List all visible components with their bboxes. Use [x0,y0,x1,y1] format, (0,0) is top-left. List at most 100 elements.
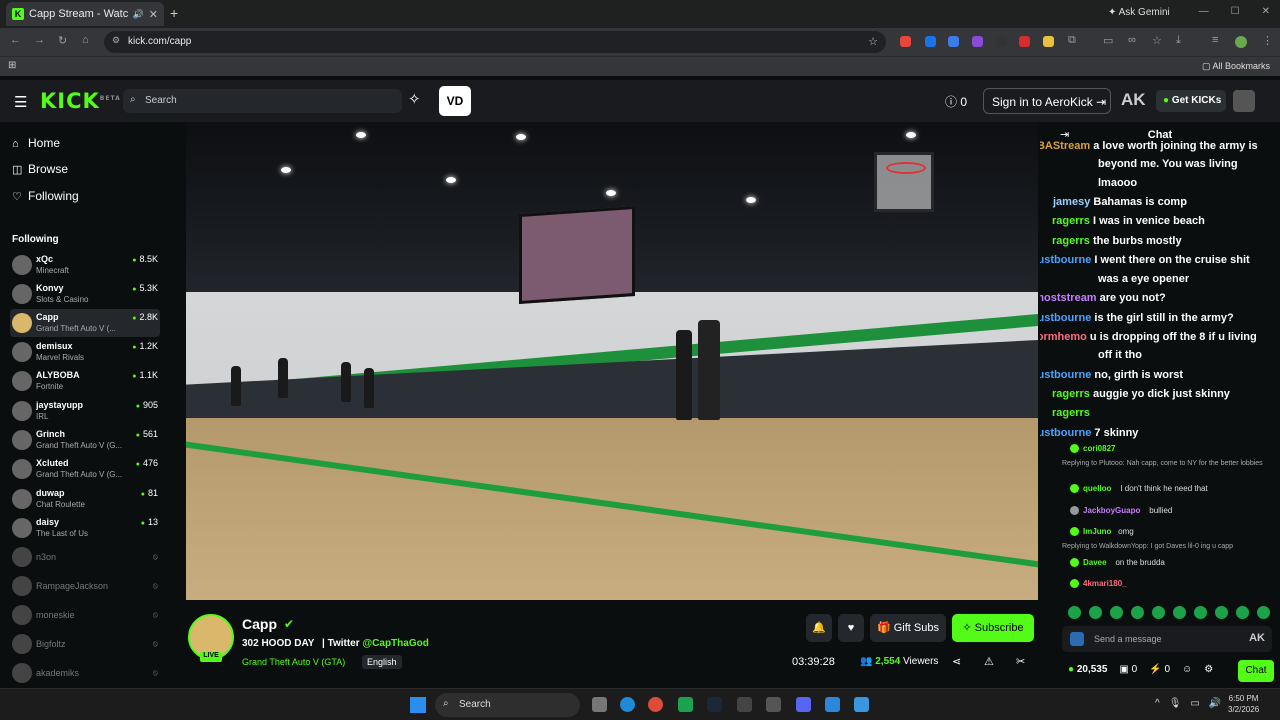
chat-send-button[interactable]: Chat [1238,660,1274,682]
browser-tab[interactable]: K Capp Stream - Watch Live ... 🔊 ✕ [6,2,164,26]
edge-icon[interactable] [620,697,635,712]
emote-icon[interactable] [1131,606,1144,619]
taskbar-search[interactable]: ⌕ Search [435,693,580,717]
app-icon[interactable] [766,697,781,712]
ask-gemini-button[interactable]: ✦ Ask Gemini [1108,7,1170,18]
chat-username[interactable]: IDUBAStream [1040,140,1090,152]
chat-username[interactable]: augustbourne [1040,254,1091,266]
microphone-icon[interactable]: 🎙 [1169,698,1182,709]
aerokick-logo[interactable]: AK [1121,90,1146,110]
channel-item[interactable]: ALYBOBA Fortnite 1.1K [10,367,160,395]
emote-icon[interactable] [1089,606,1102,619]
extension-icon[interactable] [996,36,1007,47]
twitter-handle[interactable]: @CapThaGod [362,638,428,649]
emote-icon[interactable] [1236,606,1249,619]
site-info-icon[interactable]: ⚙ [112,35,120,46]
monitor-icon[interactable]: ▭ [1190,698,1199,709]
chat-username[interactable]: augustbourne [1040,427,1091,439]
chat-username[interactable]: ImJuno [1083,527,1111,536]
extension-icon[interactable] [1019,36,1030,47]
user-avatar[interactable] [1233,90,1255,112]
forward-icon[interactable]: → [34,34,45,46]
sidebar-item-following[interactable]: ♡ Following [12,189,79,203]
aerokick-icon[interactable]: AK [1249,632,1265,644]
minimize-icon[interactable]: — [1199,6,1209,17]
new-tab-button[interactable]: + [170,5,178,21]
bookmark-star-icon[interactable]: ☆ [868,35,878,48]
app-icon[interactable] [825,697,840,712]
stream-category[interactable]: Grand Theft Auto V (GTA) [242,657,345,667]
chat-message-input[interactable]: Send a message AK [1062,626,1272,652]
extension-icon[interactable] [972,36,983,47]
gift-subs-button[interactable]: 🎁 Gift Subs [870,614,946,642]
chat-username[interactable]: Davee [1083,558,1107,567]
all-bookmarks-button[interactable]: ▢ All Bookmarks [1202,61,1270,72]
notification-button[interactable]: ⓘ 0 [945,93,967,110]
channel-item[interactable]: Capp Grand Theft Auto V (... 2.8K [10,309,160,337]
bookmark-icon[interactable]: ☆ [1152,34,1162,47]
channel-item-offline[interactable]: RampageJackson ⦸ [10,572,160,600]
sidepanel-icon[interactable]: ▭ [1103,34,1113,47]
volume-icon[interactable]: 🔊 [1209,698,1221,709]
sidebar-item-browse[interactable]: ◫ Browse [12,162,68,176]
sign-in-button[interactable]: Sign in to AeroKick ⇥ [983,88,1111,114]
channel-item[interactable]: daisy The Last of Us 13 [10,514,160,542]
reload-icon[interactable]: ↻ [58,34,67,47]
discord-icon[interactable] [796,697,811,712]
home-icon[interactable]: ⌂ [82,34,89,46]
user-icon[interactable]: ☺ [1182,664,1192,675]
chat-username[interactable]: normhemo [1040,331,1087,343]
close-tab-icon[interactable]: ✕ [149,8,158,21]
channel-item[interactable]: Konvy Slots & Casino 5.3K [10,280,160,308]
search-input[interactable]: ⌕ Search [123,89,402,113]
channel-item-offline[interactable]: n3on ⦸ [10,543,160,571]
link-icon[interactable]: ∞ [1128,34,1136,46]
emote-icon[interactable] [1194,606,1207,619]
channel-item[interactable]: Grinch Grand Theft Auto V (G... 561 [10,426,160,454]
more-menu-icon[interactable]: ⋮ [1262,34,1273,47]
emote-icon[interactable] [1215,606,1228,619]
channel-item[interactable]: Xcluted Grand Theft Auto V (G... 476 [10,455,160,483]
chat-username[interactable]: ragerrs [1052,407,1090,419]
kick-logo[interactable]: KICKBETA [40,89,121,113]
channel-item-offline[interactable]: Bigfoltz ⦸ [10,630,160,658]
language-tag[interactable]: English [362,655,402,669]
chat-username[interactable]: augustbourne [1040,369,1091,381]
subscribe-button[interactable]: ✧ Subscribe [952,614,1034,642]
url-field[interactable]: ⚙ kick.com/capp ☆ [104,31,886,53]
sidebar-item-home[interactable]: ⌂ Home [12,136,60,150]
video-player[interactable] [186,122,1038,600]
chat-username[interactable]: ragerrs [1052,235,1090,247]
emote-icon[interactable] [1257,606,1270,619]
speaker-icon[interactable]: 🔊 [133,9,144,20]
chevron-up-icon[interactable]: ^ [1155,698,1160,709]
extension-icon[interactable] [900,36,911,47]
chat-username[interactable]: ragerrs [1052,215,1090,227]
vd-extension-button[interactable]: VD [439,86,471,116]
chat-username[interactable]: jamesy [1053,196,1090,208]
chat-username[interactable]: JackboyGuapo [1083,506,1140,515]
channel-name-heading[interactable]: Capp [242,616,277,632]
profile-avatar[interactable] [1235,36,1247,48]
apps-grid-icon[interactable]: ⊞ [8,60,16,71]
channel-item[interactable]: xQc Minecraft 8.5K [10,251,160,279]
gift-counter[interactable]: ▣ 0 [1119,664,1137,675]
share-icon[interactable]: ⋖ [952,655,961,668]
bolt-counter[interactable]: ⚡ 0 [1149,664,1170,675]
report-icon[interactable]: ⚠ [984,655,994,668]
app-icon[interactable] [678,697,693,712]
maximize-icon[interactable]: ☐ [1231,6,1240,17]
extension-icon[interactable] [948,36,959,47]
chat-username[interactable]: ragerrs [1052,388,1090,400]
notification-bell-button[interactable]: 🔔 [806,614,832,642]
follow-button[interactable]: ♥ [838,614,864,642]
steam-icon[interactable] [707,697,722,712]
chat-extension-icon[interactable] [1070,632,1084,646]
back-icon[interactable]: ← [10,34,21,46]
hamburger-menu-icon[interactable]: ☰ [14,93,27,111]
channel-item[interactable]: jaystayupp IRL 905 [10,397,160,425]
chat-username[interactable]: augustbourne [1040,312,1091,324]
extension-icon[interactable] [1043,36,1054,47]
task-view-icon[interactable] [592,697,607,712]
channel-item[interactable]: duwap Chat Roulette 81 [10,485,160,513]
